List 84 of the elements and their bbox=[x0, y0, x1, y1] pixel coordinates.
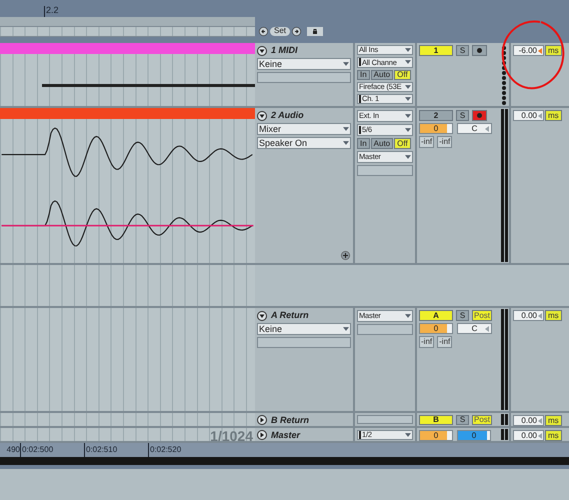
add-icon[interactable] bbox=[341, 251, 350, 260]
post-button[interactable]: Post bbox=[472, 415, 492, 425]
volume-field[interactable]: 0 bbox=[419, 430, 453, 441]
time-ruler-label: 490 bbox=[6, 444, 20, 456]
track-activator-button[interactable]: 2 bbox=[419, 110, 453, 121]
monitor-button[interactable]: Off bbox=[394, 138, 411, 149]
volume-field[interactable]: 0 bbox=[419, 123, 453, 134]
track-name[interactable]: A Return bbox=[271, 311, 309, 320]
monitor-button[interactable]: In bbox=[357, 70, 370, 80]
caret-icon bbox=[343, 327, 349, 331]
dropdown[interactable]: Keine bbox=[257, 323, 351, 335]
empty-field[interactable] bbox=[257, 72, 351, 83]
pan-arrow-icon bbox=[485, 126, 489, 132]
solo-button[interactable]: S bbox=[456, 45, 469, 56]
arm-button[interactable] bbox=[472, 110, 487, 121]
caret-icon bbox=[343, 62, 349, 66]
track-name[interactable]: Master bbox=[271, 430, 300, 440]
solo-button[interactable]: S bbox=[456, 310, 469, 321]
track-activator-button[interactable]: A bbox=[419, 310, 453, 321]
caret-icon bbox=[405, 96, 411, 101]
cue-volume-field[interactable]: 0 bbox=[457, 430, 491, 441]
pan-field[interactable]: C bbox=[457, 323, 492, 334]
monitor-button[interactable]: Auto bbox=[370, 70, 394, 80]
clip-bar[interactable] bbox=[0, 43, 255, 54]
arm-button[interactable] bbox=[472, 45, 487, 56]
next-icon[interactable] bbox=[292, 26, 302, 36]
monitor-button[interactable]: Off bbox=[394, 70, 411, 80]
arm-icon bbox=[477, 48, 482, 53]
caret-icon bbox=[405, 84, 411, 89]
solo-button[interactable]: S bbox=[456, 415, 469, 425]
delay-unit-button[interactable]: ms bbox=[545, 430, 562, 441]
track-activator-button[interactable]: B bbox=[419, 415, 453, 425]
track-name[interactable]: 1 MIDI bbox=[271, 46, 298, 55]
pan-field[interactable]: C bbox=[457, 123, 492, 134]
delay-unit-button[interactable]: ms bbox=[545, 415, 562, 426]
solo-button[interactable]: S bbox=[456, 110, 469, 121]
monitor-button[interactable]: In bbox=[357, 138, 370, 149]
caret-icon bbox=[405, 155, 411, 159]
lock-icon[interactable] bbox=[307, 26, 324, 36]
set-button[interactable]: Set bbox=[270, 26, 290, 36]
delay-unit-button[interactable]: ms bbox=[545, 110, 562, 121]
peak-level-display[interactable]: -inf bbox=[437, 336, 452, 348]
empty-field[interactable] bbox=[357, 165, 413, 176]
post-button[interactable]: Post bbox=[472, 310, 492, 321]
caret-icon bbox=[405, 314, 411, 318]
caret-icon bbox=[405, 60, 411, 64]
dropdown[interactable]: Mixer bbox=[257, 123, 351, 135]
scroll-bar[interactable] bbox=[0, 457, 569, 465]
track-name[interactable]: 2 Audio bbox=[271, 111, 304, 120]
previous-icon[interactable] bbox=[259, 26, 268, 36]
dropdown[interactable]: Speaker On bbox=[257, 137, 351, 149]
clip-bar[interactable] bbox=[0, 108, 255, 119]
annotation-circle-drawing bbox=[500, 19, 566, 91]
collapse-icon[interactable] bbox=[257, 110, 267, 120]
caret-icon bbox=[405, 48, 411, 52]
track-activator-button[interactable]: 1 bbox=[419, 45, 453, 56]
dropdown[interactable]: Keine bbox=[257, 58, 351, 70]
caret-icon bbox=[405, 433, 411, 437]
caret-icon bbox=[343, 127, 349, 131]
track-delay-field[interactable]: 0.00 bbox=[513, 110, 544, 121]
peak-level-display[interactable]: -inf bbox=[419, 136, 434, 148]
volume-field[interactable]: 0 bbox=[419, 323, 453, 334]
track-delay-field[interactable]: -6.00 bbox=[513, 45, 544, 56]
empty-field[interactable] bbox=[257, 337, 351, 348]
collapse-icon[interactable] bbox=[257, 46, 267, 56]
peak-level-display[interactable]: -inf bbox=[419, 336, 434, 348]
collapse-icon[interactable] bbox=[257, 310, 267, 320]
empty-field[interactable] bbox=[357, 415, 413, 424]
delay-unit-button[interactable]: ms bbox=[545, 45, 562, 56]
arm-icon bbox=[477, 113, 482, 118]
track-delay-field[interactable]: 0.00 bbox=[513, 310, 544, 321]
peak-level-display[interactable]: -inf bbox=[437, 136, 452, 148]
track-name[interactable]: B Return bbox=[271, 416, 309, 424]
track-delay-field[interactable]: 0.00 bbox=[513, 430, 544, 441]
empty-field[interactable] bbox=[357, 324, 413, 335]
caret-icon bbox=[343, 141, 349, 145]
pan-arrow-icon bbox=[485, 326, 489, 332]
delay-unit-button[interactable]: ms bbox=[545, 310, 562, 321]
monitor-button[interactable]: Auto bbox=[370, 138, 394, 149]
expand-icon[interactable] bbox=[257, 430, 267, 440]
expand-icon[interactable] bbox=[257, 415, 267, 425]
caret-icon bbox=[405, 128, 411, 132]
track-delay-field[interactable]: 0.00 bbox=[513, 415, 544, 426]
caret-icon bbox=[405, 114, 411, 118]
